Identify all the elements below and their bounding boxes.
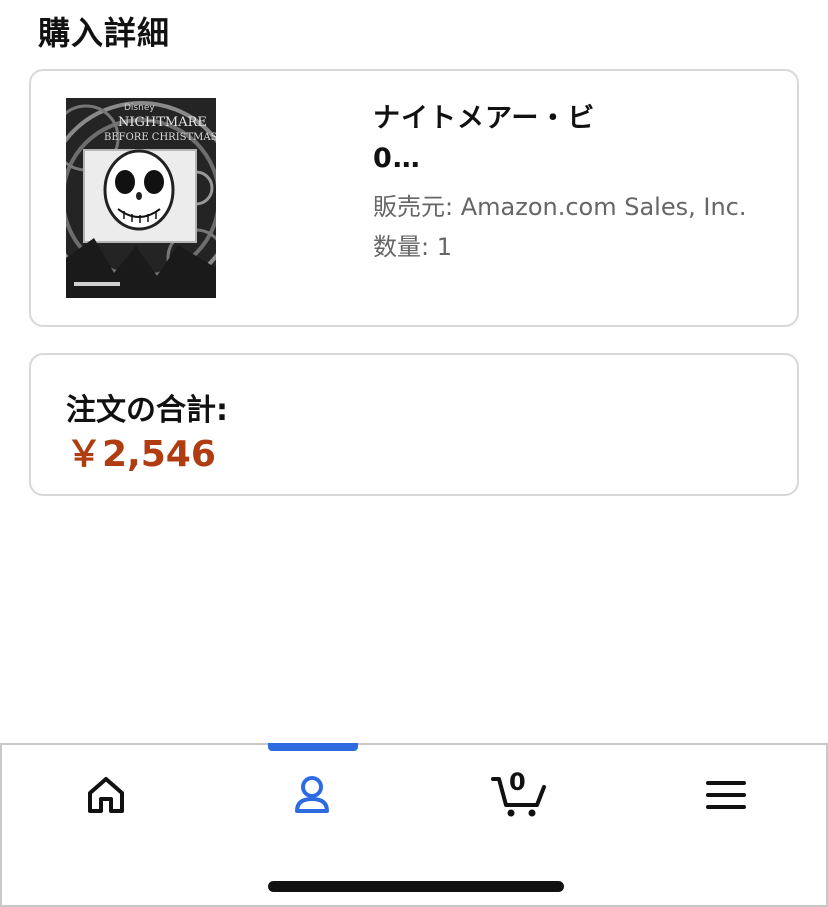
hamburger-icon: [706, 781, 746, 809]
nav-menu-tab[interactable]: [676, 765, 776, 825]
svg-text:BEFORE CHRISTMAS: BEFORE CHRISTMAS: [104, 132, 216, 143]
page-title: 購入詳細: [38, 14, 171, 52]
cart-count-badge: 0: [509, 768, 526, 796]
seller-text: 販売元: Amazon.com Sales, Inc.: [373, 193, 747, 221]
nav-cart-tab[interactable]: 0: [469, 765, 569, 825]
nav-account-tab[interactable]: [262, 765, 362, 825]
item-card[interactable]: NIGHTMARE BEFORE CHRISTMAS Disney ナイトメアー…: [29, 69, 799, 327]
order-total-value: ￥2,546: [66, 434, 216, 475]
active-tab-indicator: [268, 743, 358, 751]
bottom-navigation: 0: [0, 743, 828, 907]
purchase-details-page: 購入詳細 NIGHTMARE BEFORE CHRISTMAS Disney ナ…: [0, 0, 828, 907]
dvd-cover-image: NIGHTMARE BEFORE CHRISTMAS Disney: [66, 98, 216, 298]
order-total-card: 注文の合計: ￥2,546: [29, 353, 799, 496]
product-title[interactable]: ナイトメアー・ビ0…: [373, 99, 623, 179]
home-icon: [88, 777, 124, 813]
svg-text:NIGHTMARE: NIGHTMARE: [118, 115, 207, 130]
home-indicator[interactable]: [268, 881, 564, 892]
order-total-label: 注文の合計:: [66, 393, 228, 428]
quantity-text: 数量: 1: [373, 233, 452, 261]
product-thumbnail[interactable]: NIGHTMARE BEFORE CHRISTMAS Disney: [66, 98, 216, 298]
user-icon: [295, 776, 329, 813]
svg-text:Disney: Disney: [124, 103, 155, 113]
nav-home-tab[interactable]: [56, 765, 156, 825]
